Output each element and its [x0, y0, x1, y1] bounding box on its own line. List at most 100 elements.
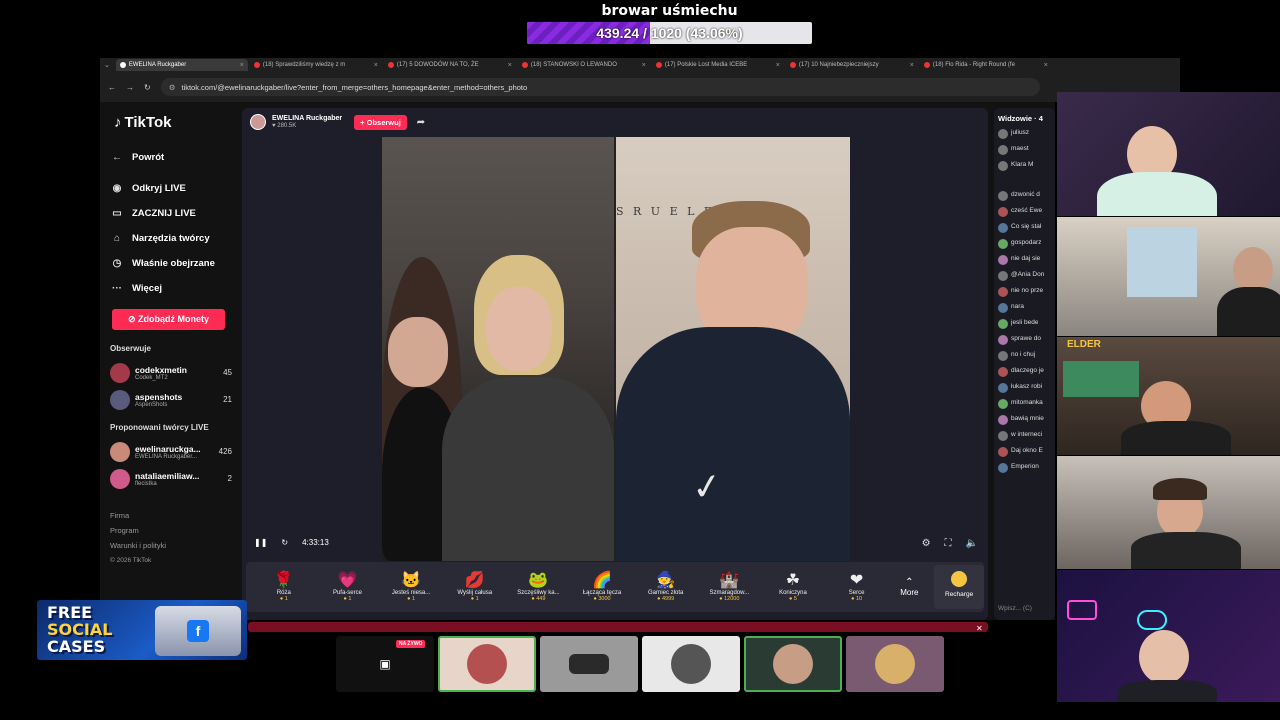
tab-menu-icon[interactable]: ⌄	[104, 61, 110, 69]
gift-item[interactable]: 🌹 Róża ● 1	[252, 572, 316, 602]
gift-price: ● 5	[788, 596, 797, 602]
viewer-item[interactable]: juliusz	[998, 129, 1051, 139]
chat-message: mitomanka	[998, 399, 1051, 409]
chat-message: cześć Ewe	[998, 207, 1051, 217]
browser-tab[interactable]: (17) 10 Najniebezpieczniejszy ×	[786, 59, 918, 71]
tab-close-icon[interactable]: ×	[1044, 62, 1048, 69]
sidebar-item[interactable]: ◉ Odkryj LIVE	[110, 176, 232, 201]
gift-item[interactable]: 💋 Wyślij całusa ● 1	[443, 572, 507, 602]
account-item[interactable]: nataliaemiliaw... flecistka 2	[110, 465, 232, 492]
thumbnail[interactable]	[744, 636, 842, 692]
address-bar[interactable]: ⚙ tiktok.com/@ewelinaruckgaber/live?ente…	[160, 78, 1040, 96]
sidebar-item[interactable]: ··· Więcej	[110, 276, 232, 301]
tiktok-logo[interactable]: ♪ TikTok	[114, 114, 232, 131]
gift-price-value: 1	[475, 596, 479, 602]
browser-tab[interactable]: (17) 5 DOWODÓW NA TO, ŻE ×	[384, 59, 516, 71]
footer-link-terms[interactable]: Warunki i polityki	[110, 538, 232, 553]
gift-item[interactable]: 🌈 Łącząca tęcza ● 3000	[570, 572, 634, 602]
settings-icon[interactable]: ⚙	[922, 538, 931, 549]
gift-item[interactable]: ☘ Koniczyna ● 5	[761, 572, 825, 602]
sidebar-item[interactable]: ▭ ZACZNIJ LIVE	[110, 201, 232, 226]
account-item[interactable]: ewelinaruckga... EWELINA Ruckgaber... 426	[110, 438, 232, 465]
fullscreen-icon[interactable]: ⛶	[945, 538, 952, 549]
camera-icon: ▭	[112, 208, 122, 219]
gift-price-value: 1	[284, 596, 288, 602]
gift-item[interactable]: ❤ Serce ● 10	[825, 572, 889, 602]
live-video[interactable]: S R U E L F ✓	[382, 137, 850, 561]
gift-item[interactable]: 🧙 Garniec złota ● 4999	[634, 572, 698, 602]
footer-link-program[interactable]: Program	[110, 523, 232, 538]
gift-icon: ☘	[785, 572, 801, 589]
host-name[interactable]: EWELINA Ruckgaber	[272, 115, 342, 123]
gift-item[interactable]: 🐱 Jesteś niesa... ● 1	[379, 572, 443, 602]
thumbnail-live[interactable]: NA ŻYWO ▣	[336, 636, 434, 692]
sidebar-item[interactable]: ⌂ Narzędzia twórcy	[110, 226, 232, 251]
tab-favicon-icon	[387, 62, 394, 68]
tab-favicon-icon	[253, 62, 260, 68]
tab-close-icon[interactable]: ×	[642, 62, 646, 69]
browser-tab[interactable]: EWELINA Ruckgaber ×	[115, 59, 248, 71]
gift-item[interactable]: 🏰 Szmaragdow... ● 12000	[697, 572, 761, 602]
account-name: ewelinaruckga...	[135, 443, 201, 454]
tab-favicon-icon	[923, 62, 930, 68]
thumbnail[interactable]	[540, 636, 638, 692]
pause-icon[interactable]: ❚❚	[254, 538, 267, 547]
browser-tab[interactable]: (18) STANOWSKI O LEWANDO ×	[518, 59, 650, 71]
gift-price-value: 1	[412, 596, 416, 602]
get-coins-button[interactable]: ⊘ Zdobądź Monety	[112, 309, 225, 330]
sidebar-nav-main: ◉ Odkryj LIVE ▭ ZACZNIJ LIVE ⌂ Narzędzia twór…	[110, 176, 232, 301]
live-badge: NA ŻYWO	[396, 640, 426, 648]
host-avatar[interactable]	[250, 114, 266, 130]
webcam-2	[1057, 217, 1280, 336]
follow-button[interactable]: + Obserwuj	[354, 114, 407, 130]
tab-close-icon[interactable]: ×	[240, 62, 244, 69]
tab-close-icon[interactable]: ×	[910, 62, 914, 69]
chat-input[interactable]: Wpisz... (C)	[998, 605, 1032, 612]
tab-close-icon[interactable]: ×	[508, 62, 512, 69]
chat-message: dlaczego je	[998, 367, 1051, 377]
chat-text: dzwonić d	[1011, 191, 1040, 198]
thumbnail[interactable]	[642, 636, 740, 692]
tab-close-icon[interactable]: ×	[776, 62, 780, 69]
volume-icon[interactable]: 🔈	[966, 538, 978, 549]
viewer-item[interactable]: maest	[998, 145, 1051, 155]
person-right-hoodie	[616, 327, 850, 561]
forward-icon[interactable]: →	[126, 83, 134, 92]
cam-label: ELDER	[1067, 339, 1101, 350]
viewer-item[interactable]: Klara M	[998, 161, 1051, 171]
recharge-button[interactable]: Recharge	[934, 565, 984, 609]
account-count: 21	[223, 395, 232, 404]
account-item[interactable]: aspenshots AspenShots 21	[110, 386, 232, 413]
sponsor-banner[interactable]: f FREE SOCIAL CASES	[37, 600, 247, 660]
close-icon[interactable]: ✕	[976, 624, 983, 633]
account-item[interactable]: codekxmetin Codek_MT2 45	[110, 359, 232, 386]
more-gifts-button[interactable]: ⌃ More	[894, 577, 924, 597]
thumbnail[interactable]	[846, 636, 944, 692]
refresh-icon[interactable]: ↻	[281, 538, 288, 547]
browser-tab[interactable]: (18) Sprawdziliśmy wiedzę z m ×	[250, 59, 382, 71]
reload-icon[interactable]: ↻	[144, 83, 151, 92]
site-info-icon[interactable]: ⚙	[169, 83, 176, 92]
tab-label: (18) STANOWSKI O LEWANDO	[530, 62, 617, 68]
browser-tab[interactable]: (17) Polskie Lost Media ICEBE ×	[652, 59, 784, 71]
gift-price: ● 1	[470, 596, 479, 602]
thumbnail[interactable]	[438, 636, 536, 692]
host-followers: ♥ 280.5K	[272, 123, 297, 129]
gift-item[interactable]: 🐸 Szczęśliwy ka... ● 449	[507, 572, 571, 602]
gift-icon: 🏰	[719, 572, 740, 589]
tiktok-page: ♪ TikTok ← Powrót ◉ Odkryj LIVE ▭ ZACZNIJ L…	[100, 102, 1055, 620]
back-icon[interactable]: ←	[108, 83, 116, 92]
gift-item[interactable]: 💗 Pufa-serce ● 1	[316, 572, 380, 602]
browser-tab[interactable]: (18) Flo Rida - Right Round (fe ×	[920, 59, 1052, 71]
gift-price-value: 449	[536, 596, 546, 602]
tab-close-icon[interactable]: ×	[374, 62, 378, 69]
sidebar-item-back[interactable]: ← Powrót	[110, 145, 232, 170]
chat-message: no i chuj	[998, 351, 1051, 361]
sidebar-item[interactable]: ◷ Właśnie obejrzane	[110, 251, 232, 276]
share-icon[interactable]: ➦	[417, 117, 425, 128]
gift-price-value: 1	[348, 596, 352, 602]
video-left-panel	[382, 137, 614, 561]
avatar	[998, 447, 1008, 457]
footer-link-company[interactable]: Firma	[110, 508, 232, 523]
account-sub: flecistka	[135, 480, 157, 487]
